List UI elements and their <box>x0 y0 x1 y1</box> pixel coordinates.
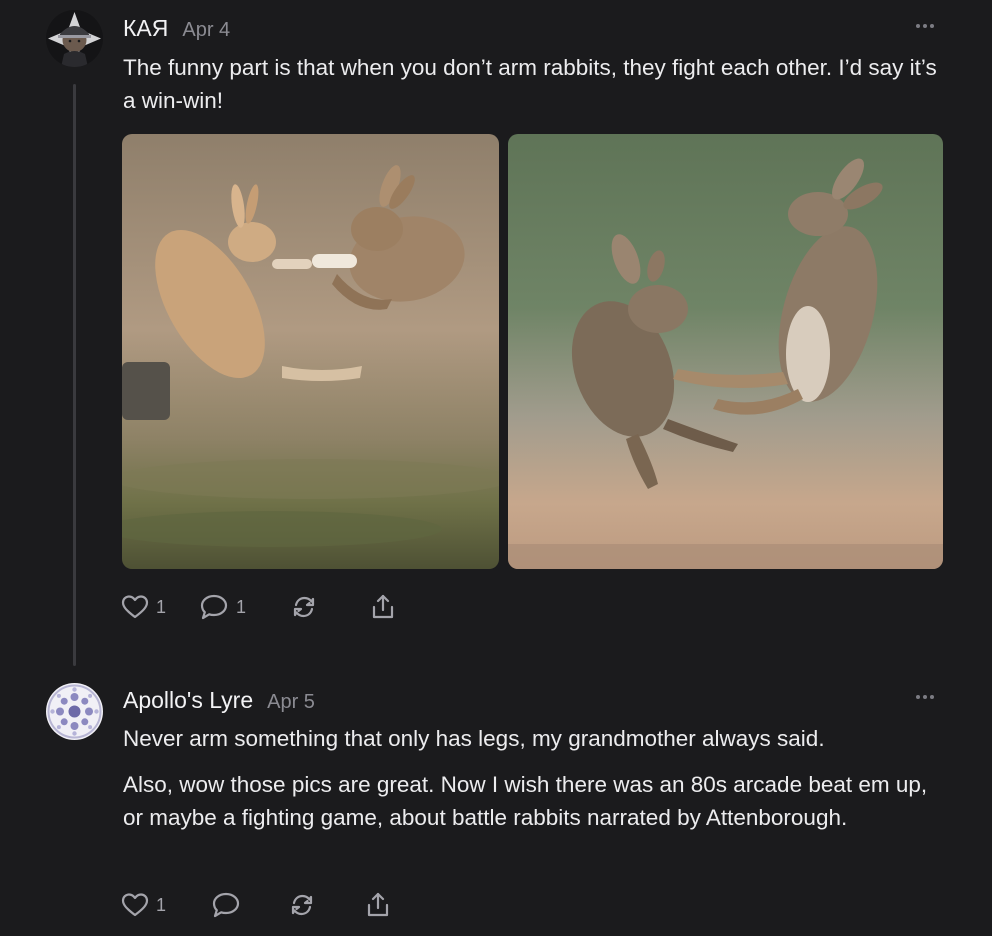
post-actions: 1 <box>121 890 392 920</box>
post-text: Never arm something that only has legs, … <box>123 726 825 751</box>
repost-icon <box>291 894 313 916</box>
avatar-image <box>46 10 103 67</box>
like-count: 1 <box>156 596 167 617</box>
share-button[interactable] <box>364 891 392 919</box>
like-button[interactable]: 1 <box>121 892 211 918</box>
repost-icon <box>293 596 315 618</box>
author-name[interactable]: КАЯ <box>123 15 168 42</box>
like-count: 1 <box>156 894 167 915</box>
rabbit-photo-2 <box>508 134 943 569</box>
share-icon <box>367 892 389 917</box>
like-button[interactable]: 1 <box>121 594 199 620</box>
post-actions: 1 1 <box>121 592 397 622</box>
post-header: Apollo's Lyre Apr 5 <box>123 687 315 714</box>
thread-line <box>73 84 76 666</box>
author-name[interactable]: Apollo's Lyre <box>123 687 253 714</box>
post-body: Never arm something that only has legs, … <box>123 722 938 834</box>
rabbit-photo-1 <box>122 134 499 569</box>
avatar-image <box>46 683 103 740</box>
avatar[interactable] <box>46 10 103 67</box>
post-date[interactable]: Apr 5 <box>267 691 315 714</box>
comment-button[interactable] <box>211 891 288 919</box>
avatar[interactable] <box>46 683 103 740</box>
heart-icon <box>121 893 149 917</box>
post-header: КАЯ Apr 4 <box>123 15 230 42</box>
post-body: The funny part is that when you don’t ar… <box>123 51 938 117</box>
post-image-rabbits-1[interactable] <box>122 134 499 569</box>
post-text: The funny part is that when you don’t ar… <box>123 55 937 113</box>
post-text: Also, wow those pics are great. Now I wi… <box>123 772 928 830</box>
repost-button[interactable] <box>290 593 369 621</box>
share-button[interactable] <box>369 593 397 621</box>
comment-icon <box>200 594 228 620</box>
post-date[interactable]: Apr 4 <box>182 19 230 42</box>
comment-icon <box>212 892 240 918</box>
heart-icon <box>121 595 149 619</box>
comment-count: 1 <box>236 596 247 617</box>
comment-button[interactable]: 1 <box>199 593 290 621</box>
post-image-rabbits-2[interactable] <box>508 134 943 569</box>
more-icon[interactable] <box>916 21 940 31</box>
more-icon[interactable] <box>916 692 940 702</box>
share-icon <box>372 594 394 619</box>
repost-button[interactable] <box>288 891 364 919</box>
